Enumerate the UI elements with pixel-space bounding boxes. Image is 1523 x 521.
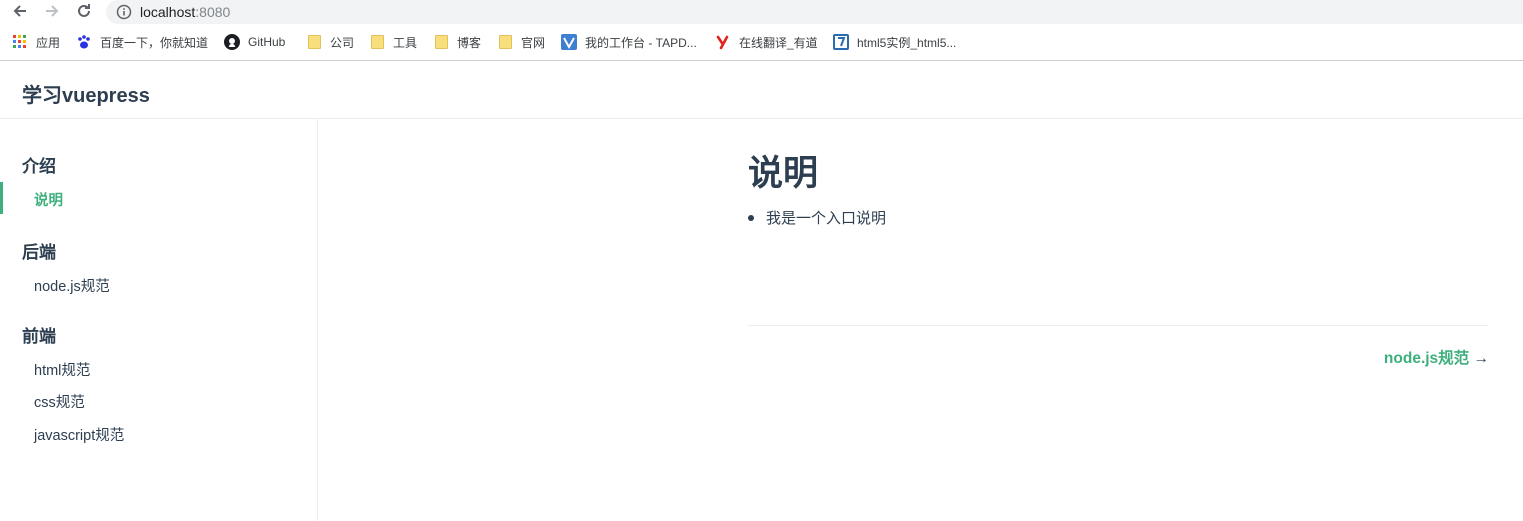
site-name-link[interactable]: 学习vuepress bbox=[22, 79, 150, 108]
folder-icon bbox=[369, 34, 385, 50]
folder-icon bbox=[497, 34, 513, 50]
url-host: localhost bbox=[140, 4, 196, 20]
back-button[interactable] bbox=[9, 0, 31, 22]
sidebar-group-frontend[interactable]: 前端 bbox=[22, 322, 56, 347]
browser-chrome: localhost:8080 应用 百度一下，你就知道 GitHub 公司 工具… bbox=[0, 0, 1523, 61]
url-port: :8080 bbox=[195, 4, 231, 20]
bookmark-folder-company[interactable]: 公司 bbox=[306, 29, 354, 55]
arrow-right-text-icon: → bbox=[1473, 350, 1490, 367]
bookmark-github[interactable]: GitHub bbox=[224, 29, 285, 55]
page-nav-divider bbox=[748, 325, 1488, 326]
youdao-icon bbox=[715, 34, 731, 50]
bookmark-label: 应用 bbox=[36, 35, 61, 50]
list-item-text: 我是一个入口说明 bbox=[766, 210, 887, 227]
arrow-left-icon bbox=[13, 5, 26, 17]
sidebar-item-javascript[interactable]: javascript规范 bbox=[34, 424, 124, 445]
bookmark-folder-blog[interactable]: 博客 bbox=[433, 29, 481, 55]
site-navbar: 学习vuepress bbox=[0, 61, 1523, 119]
bookmark-label: 我的工作台 - TAPD... bbox=[585, 35, 697, 50]
next-page-link[interactable]: node.js规范 → bbox=[1384, 346, 1489, 368]
sidebar-item-readme[interactable]: 说明 bbox=[34, 189, 63, 210]
list-item: 我是一个入口说明 bbox=[748, 207, 886, 228]
forward-button[interactable] bbox=[41, 0, 63, 22]
sidebar-group-intro[interactable]: 介绍 bbox=[22, 152, 56, 177]
bookmark-baidu[interactable]: 百度一下，你就知道 bbox=[76, 29, 208, 55]
apps-grid-icon bbox=[12, 34, 28, 50]
bookmark-folder-tools[interactable]: 工具 bbox=[369, 29, 417, 55]
sidebar-item-html[interactable]: html规范 bbox=[34, 359, 90, 380]
tapd-icon bbox=[561, 34, 577, 50]
page-title: 说明 bbox=[748, 154, 819, 193]
bookmark-label: 在线翻译_有道 bbox=[739, 35, 818, 50]
sidebar-item-nodejs[interactable]: node.js规范 bbox=[34, 275, 110, 296]
bookmark-label: html5实例_html5... bbox=[857, 35, 957, 50]
sidebar-item-css[interactable]: css规范 bbox=[34, 391, 85, 412]
bookmark-label: 百度一下，你就知道 bbox=[100, 35, 209, 50]
bookmark-label: 公司 bbox=[330, 35, 355, 50]
next-page-label[interactable]: node.js规范 bbox=[1384, 350, 1469, 367]
info-icon[interactable] bbox=[116, 4, 132, 20]
sidebar-group-backend[interactable]: 后端 bbox=[22, 238, 56, 263]
bookmark-youdao[interactable]: 在线翻译_有道 bbox=[715, 29, 818, 55]
bookmark-label: 博客 bbox=[457, 35, 482, 50]
bookmark-label: 工具 bbox=[393, 35, 418, 50]
bookmark-folder-official[interactable]: 官网 bbox=[497, 29, 545, 55]
html5-site-icon bbox=[833, 34, 849, 50]
active-indicator bbox=[0, 182, 3, 214]
bookmark-label: 官网 bbox=[521, 35, 546, 50]
bookmark-tapd[interactable]: 我的工作台 - TAPD... bbox=[561, 29, 697, 55]
bullet-dot bbox=[748, 214, 754, 221]
reload-icon bbox=[78, 4, 90, 17]
address-bar[interactable]: localhost:8080 bbox=[106, 0, 1523, 24]
sidebar: 介绍 说明 后端 node.js规范 前端 html规范 css规范 javas… bbox=[0, 119, 318, 521]
reload-button[interactable] bbox=[73, 0, 95, 22]
bookmark-apps[interactable]: 应用 bbox=[12, 29, 60, 55]
github-icon bbox=[224, 34, 240, 50]
bookmark-label: GitHub bbox=[248, 35, 286, 49]
bookmarks-bar: 应用 百度一下，你就知道 GitHub 公司 工具 博客 官网 我的工作台 - … bbox=[0, 29, 1523, 55]
url-text: localhost:8080 bbox=[140, 4, 230, 20]
arrow-right-icon bbox=[46, 5, 59, 17]
page-content: 说明 我是一个入口说明 node.js规范 → bbox=[319, 119, 1523, 521]
baidu-paw-icon bbox=[76, 34, 92, 50]
bookmark-html5[interactable]: html5实例_html5... bbox=[833, 29, 956, 55]
folder-icon bbox=[306, 34, 322, 50]
folder-icon bbox=[433, 34, 449, 50]
